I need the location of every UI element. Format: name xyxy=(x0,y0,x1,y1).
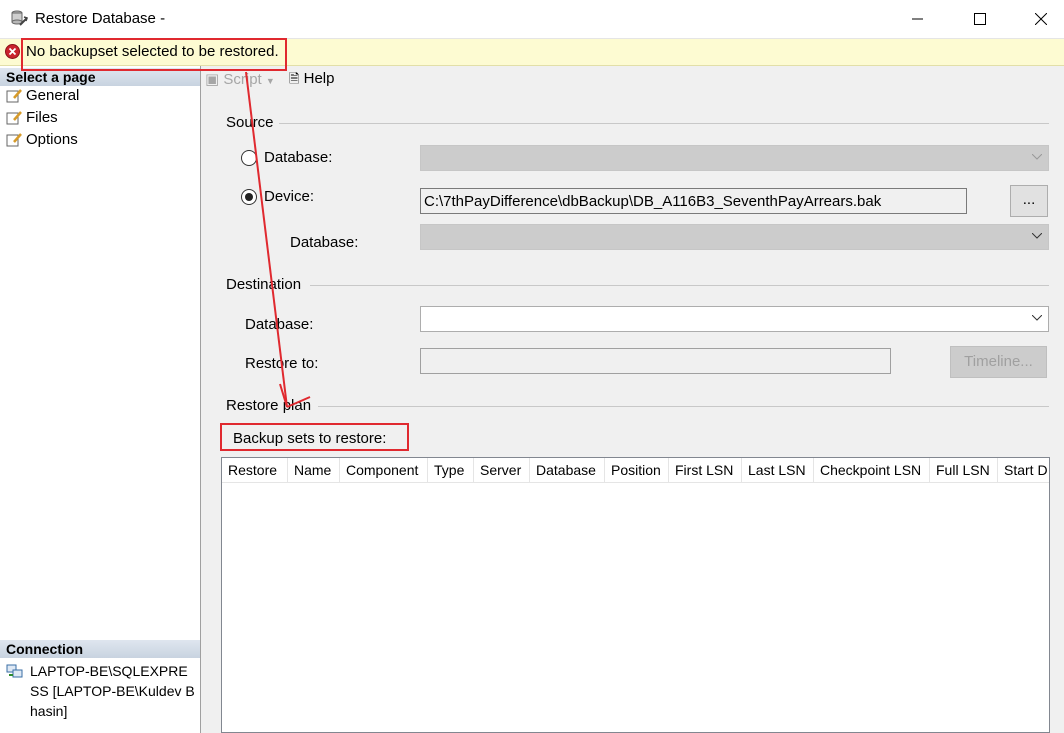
restore-plan-group-label: Restore plan xyxy=(226,397,312,414)
page-item-general[interactable]: General xyxy=(4,86,194,106)
device-database-combo[interactable] xyxy=(420,224,1049,250)
page-item-files[interactable]: Files xyxy=(4,108,194,128)
restore-to-field[interactable] xyxy=(420,348,891,374)
destination-database-label: Database: xyxy=(245,316,314,333)
source-group-label: Source xyxy=(226,114,274,131)
minimize-button[interactable] xyxy=(895,0,941,38)
maximize-button[interactable] xyxy=(957,0,1003,38)
title-bar: Restore Database - xyxy=(0,0,1064,39)
page-icon xyxy=(6,89,22,103)
destination-database-combo[interactable] xyxy=(420,306,1049,332)
help-button[interactable]: 🗎 Help xyxy=(289,70,334,92)
chevron-down-icon xyxy=(1032,233,1042,239)
backup-sets-grid[interactable]: Restore Name Component Type Server Datab… xyxy=(221,457,1050,733)
column-header-full-lsn[interactable]: Full LSN xyxy=(930,458,998,482)
chevron-down-icon: ▼ xyxy=(265,76,275,86)
timeline-button[interactable]: Timeline... xyxy=(950,346,1047,378)
source-database-label: Database: xyxy=(264,149,333,166)
column-header-first-lsn[interactable]: First LSN xyxy=(669,458,742,482)
help-icon: 🗎 xyxy=(289,71,300,86)
page-item-label: General xyxy=(26,87,80,104)
page-icon xyxy=(6,111,22,125)
page-item-label: Files xyxy=(26,109,58,126)
script-button[interactable]: ▣ Script ▼ xyxy=(205,70,275,88)
divider xyxy=(310,285,1049,286)
column-header-type[interactable]: Type xyxy=(428,458,474,482)
minimize-icon xyxy=(912,18,923,20)
page-item-label: Options xyxy=(26,131,78,148)
connection-text: LAPTOP-BE\SQLEXPRESS [LAPTOP-BE\Kuldev B… xyxy=(30,663,195,719)
browse-device-button[interactable]: ... xyxy=(1010,185,1048,217)
column-header-database[interactable]: Database xyxy=(530,458,605,482)
page-item-options[interactable]: Options xyxy=(4,130,194,150)
column-header-restore[interactable]: Restore xyxy=(222,458,288,482)
page-icon xyxy=(6,133,22,147)
connection-header: Connection xyxy=(0,640,200,658)
source-database-combo[interactable] xyxy=(420,145,1049,171)
server-connection-icon xyxy=(6,664,23,678)
restore-database-icon xyxy=(11,10,28,26)
column-header-checkpoint-lsn[interactable]: Checkpoint LSN xyxy=(814,458,930,482)
error-bar: No backupset selected to be restored. xyxy=(0,39,1064,66)
window-title: Restore Database - xyxy=(35,10,166,27)
column-header-last-lsn[interactable]: Last LSN xyxy=(742,458,814,482)
backup-sets-label: Backup sets to restore: xyxy=(233,430,387,447)
divider xyxy=(279,123,1049,124)
chevron-down-icon xyxy=(1032,154,1042,160)
device-label: Device: xyxy=(264,188,315,205)
close-button[interactable] xyxy=(1018,0,1064,38)
grid-header: Restore Name Component Type Server Datab… xyxy=(222,458,1049,483)
error-message: No backupset selected to be restored. xyxy=(26,43,279,60)
script-label: Script xyxy=(223,71,262,88)
chevron-down-icon xyxy=(1032,315,1042,321)
restore-to-label: Restore to: xyxy=(245,355,319,372)
maximize-icon xyxy=(974,13,986,25)
help-label: Help xyxy=(303,70,335,87)
script-icon: ▣ xyxy=(205,71,220,88)
source-database-radio[interactable] xyxy=(241,150,257,166)
column-header-start-date[interactable]: Start D xyxy=(998,458,1049,482)
destination-group-label: Destination xyxy=(226,276,302,293)
column-header-position[interactable]: Position xyxy=(605,458,669,482)
column-header-component[interactable]: Component xyxy=(340,458,428,482)
page-selector-pane: Select a page General Files Options Conn… xyxy=(0,66,201,733)
device-path-field[interactable]: C:\7thPayDifference\dbBackup\DB_A116B3_S… xyxy=(420,188,967,214)
divider xyxy=(318,406,1049,407)
device-database-label: Database: xyxy=(290,234,359,251)
error-icon xyxy=(5,44,20,59)
column-header-server[interactable]: Server xyxy=(474,458,530,482)
column-header-name[interactable]: Name xyxy=(288,458,340,482)
close-icon xyxy=(1035,13,1047,25)
device-radio[interactable] xyxy=(241,189,257,205)
select-page-header: Select a page xyxy=(0,68,200,86)
